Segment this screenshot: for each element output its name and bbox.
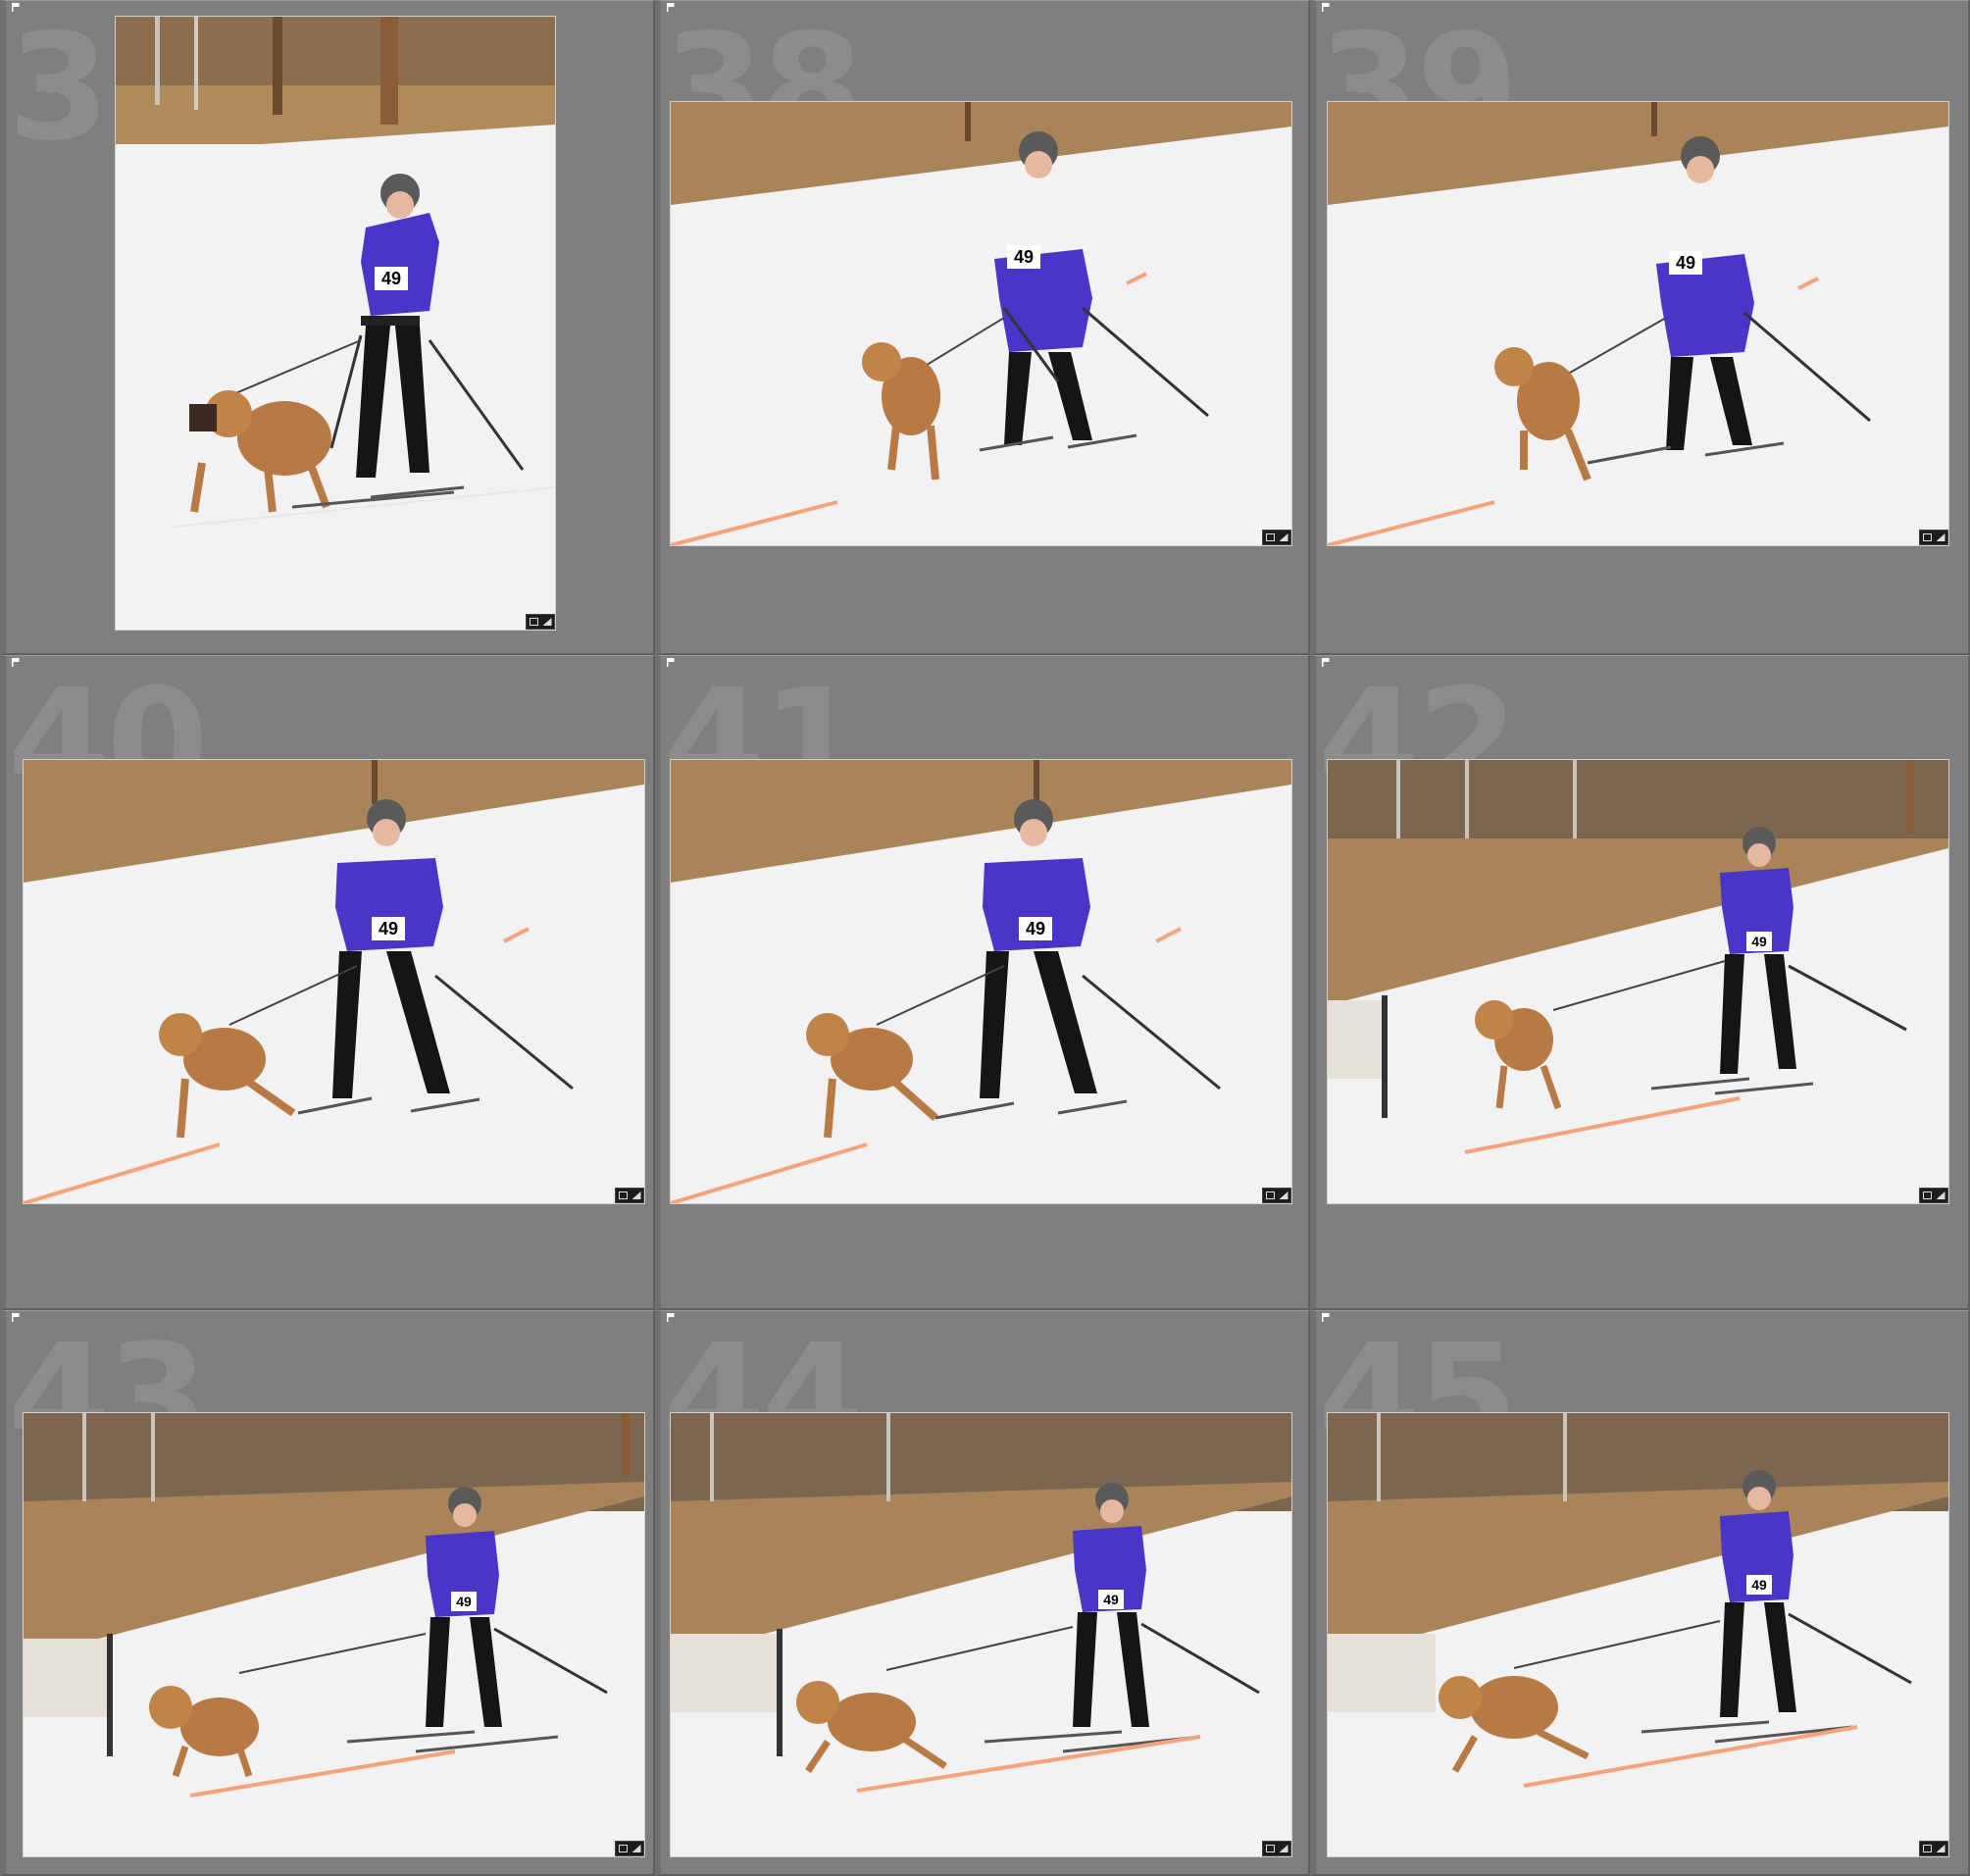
photo-thumbnail[interactable]: 49 [23,759,645,1204]
flag-icon[interactable] [1322,1313,1331,1322]
svg-text:49: 49 [1751,1577,1767,1593]
svg-text:49: 49 [1103,1592,1119,1607]
edit-badge-icon[interactable] [526,614,555,630]
grid-cell[interactable]: 45 49 [1310,1310,1970,1876]
svg-text:49: 49 [456,1594,472,1609]
svg-text:49: 49 [379,919,398,938]
edit-badge-icon[interactable] [615,1188,644,1203]
grid-cell[interactable]: 40 49 [0,655,655,1310]
thumbnail-grid: 37 49 38 49 39 49 40 49 41 49 42 49 43 4… [0,0,1970,1876]
flag-icon[interactable] [667,3,676,12]
svg-text:49: 49 [1026,919,1045,938]
grid-cell[interactable]: 43 49 [0,1310,655,1876]
grid-cell[interactable]: 39 49 [1310,0,1970,655]
grid-cell[interactable]: 37 49 [0,0,655,655]
edit-badge-icon[interactable] [1919,1841,1948,1856]
grid-cell[interactable]: 42 49 [1310,655,1970,1310]
photo-thumbnail[interactable]: 49 [1327,101,1949,546]
flag-icon[interactable] [667,658,676,667]
edit-badge-icon[interactable] [1262,1188,1291,1203]
photo-thumbnail[interactable]: 49 [670,101,1292,546]
svg-text:49: 49 [381,269,401,288]
edit-badge-icon[interactable] [1262,1841,1291,1856]
flag-icon[interactable] [12,3,21,12]
photo-thumbnail[interactable]: 49 [670,1412,1292,1857]
edit-badge-icon[interactable] [1919,1188,1948,1203]
photo-thumbnail[interactable]: 49 [115,16,556,631]
edit-badge-icon[interactable] [615,1841,644,1856]
flag-icon[interactable] [12,1313,21,1322]
photo-thumbnail[interactable]: 49 [670,759,1292,1204]
flag-icon[interactable] [667,1313,676,1322]
grid-cell[interactable]: 41 49 [655,655,1310,1310]
svg-text:49: 49 [1751,934,1767,949]
edit-badge-icon[interactable] [1262,530,1291,545]
photo-thumbnail[interactable]: 49 [1327,759,1949,1204]
edit-badge-icon[interactable] [1919,530,1948,545]
svg-text:49: 49 [1014,247,1034,267]
flag-icon[interactable] [12,658,21,667]
grid-cell[interactable]: 38 49 [655,0,1310,655]
svg-text:49: 49 [1676,253,1695,273]
photo-thumbnail[interactable]: 49 [23,1412,645,1857]
flag-icon[interactable] [1322,658,1331,667]
grid-cell[interactable]: 44 49 [655,1310,1310,1876]
photo-thumbnail[interactable]: 49 [1327,1412,1949,1857]
flag-icon[interactable] [1322,3,1331,12]
